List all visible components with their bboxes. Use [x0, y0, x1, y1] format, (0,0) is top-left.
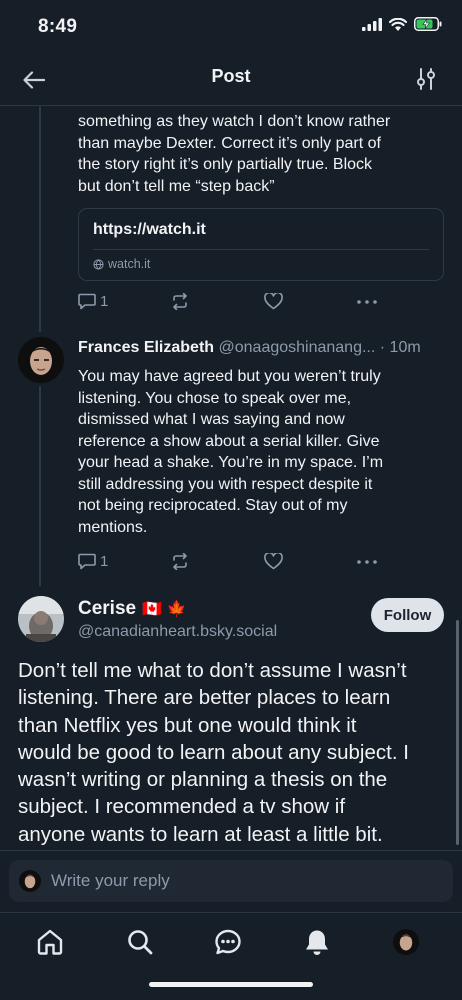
post-text-line: listening. You chose to speak over me,: [78, 389, 352, 407]
tab-home[interactable]: [35, 927, 65, 957]
author-handle[interactable]: @onaagoshinanang...: [219, 339, 376, 356]
tab-chat[interactable]: [213, 927, 243, 957]
post-text-line: listening. There are better places to le…: [18, 686, 391, 710]
chat-bubble-icon: [215, 929, 241, 955]
more-options-button[interactable]: [357, 300, 377, 304]
reply-input[interactable]: Write your reply: [9, 860, 453, 902]
post-text-line: the story right it’s only partially true…: [78, 156, 373, 173]
post-text-line: not being reciprocated. Stay out of my: [78, 497, 348, 514]
reply-placeholder: Write your reply: [51, 871, 170, 890]
comment-icon: [78, 293, 96, 310]
repost-action[interactable]: [171, 553, 189, 570]
link-preview-card[interactable]: https://watch.it watch.it: [78, 208, 444, 281]
home-icon: [37, 929, 63, 955]
post-text-line: You may have agreed but you weren’t trul…: [78, 368, 381, 385]
post-text-line: dismissed what I was saying and now: [78, 411, 345, 428]
post-text-line: Don’t tell me what to don’t assume I was…: [18, 659, 407, 682]
reply-action[interactable]: 1: [78, 293, 108, 310]
post-text-line: mentions.: [78, 518, 148, 536]
status-time: 8:49: [38, 16, 78, 37]
reply-composer-bar: Write your reply: [0, 850, 462, 912]
signal-icon: [362, 17, 382, 31]
wifi-icon: [389, 17, 407, 31]
author-handle[interactable]: @canadianheart.bsky.social: [78, 623, 277, 641]
author-name[interactable]: Frances Elizabeth: [78, 339, 214, 356]
battery-charging-icon: [414, 17, 442, 31]
heart-icon: [264, 293, 283, 310]
post-text-line: subject. I recommended a tv show if: [18, 795, 346, 819]
thread-settings-button[interactable]: [414, 65, 438, 93]
avatar: [19, 870, 41, 892]
search-icon: [128, 930, 153, 955]
nav-header: Post: [0, 56, 462, 106]
sliders-icon: [417, 68, 435, 90]
reply-action[interactable]: 1: [78, 553, 108, 570]
post-text-line: than maybe Dexter. Correct it’s only par…: [78, 134, 381, 152]
avatar-photo: [19, 870, 41, 892]
post-text-line: anyone wants to learn at least a little …: [18, 822, 383, 846]
more-options-button[interactable]: [357, 560, 377, 564]
globe-icon: [93, 258, 104, 270]
link-domain: watch.it: [93, 257, 150, 271]
link-url: https://watch.it: [93, 221, 206, 238]
author-name[interactable]: Cerise: [78, 598, 136, 620]
like-action[interactable]: [264, 293, 283, 310]
avatar-photo: [393, 929, 419, 955]
repost-icon: [173, 293, 187, 310]
post-text-line: but don’t tell me “step back”: [78, 177, 275, 195]
follow-button[interactable]: Follow: [371, 598, 444, 632]
link-domain-text: watch.it: [108, 257, 151, 271]
repost-action[interactable]: [171, 293, 189, 310]
ellipsis-icon: [357, 560, 377, 564]
author-line: Frances Elizabeth @onaagoshinanang... · …: [78, 339, 421, 357]
avatar-photo: [18, 337, 64, 383]
parent-post-text: something as they watch I don’t know rat…: [78, 111, 390, 197]
repost-icon: [173, 553, 187, 570]
thread-line-top: [39, 106, 41, 332]
post-text-line: something as they watch I don’t know rat…: [78, 113, 391, 130]
post-text-line: would be good to learn about any subject…: [18, 740, 409, 764]
bell-icon: [306, 930, 328, 955]
scrollbar[interactable]: [456, 620, 459, 845]
reply-count: 1: [100, 553, 109, 570]
flag-emojis: 🇨🇦 🍁: [142, 601, 187, 618]
post-text-line: reference a show about a serial killer. …: [78, 432, 380, 450]
reply-post-text: You may have agreed but you weren’t trul…: [78, 366, 383, 538]
focus-author-line: Cerise 🇨🇦 🍁: [78, 598, 186, 620]
tab-notifications[interactable]: [302, 927, 332, 957]
post-text-line: still addressing you with respect despit…: [78, 475, 373, 493]
status-bar: 8:49: [0, 0, 462, 56]
tab-search[interactable]: [125, 927, 155, 957]
post-text-line: wasn’t writing or planning a thesis on t…: [18, 768, 388, 792]
like-action[interactable]: [264, 553, 283, 570]
status-icons: [362, 17, 442, 31]
post-time: · 10m: [379, 339, 421, 356]
reply-count: 1: [100, 293, 109, 310]
heart-icon: [264, 553, 283, 570]
avatar-photo: [18, 596, 64, 642]
tab-profile[interactable]: [391, 927, 421, 957]
avatar: [393, 929, 419, 955]
comment-icon: [78, 553, 96, 570]
page-title: Post: [211, 66, 251, 86]
home-indicator[interactable]: [149, 982, 313, 987]
avatar[interactable]: [18, 337, 64, 383]
post-text-line: your head a shake. You’re in my space. I…: [78, 454, 384, 471]
divider: [93, 249, 429, 250]
thread-line-middle: [39, 386, 41, 586]
ellipsis-icon: [357, 300, 377, 304]
avatar[interactable]: [18, 596, 64, 642]
focus-post-text: Don’t tell me what to don’t assume I was…: [18, 657, 448, 848]
post-text-line: than Netflix yes but one would think it: [18, 713, 357, 737]
